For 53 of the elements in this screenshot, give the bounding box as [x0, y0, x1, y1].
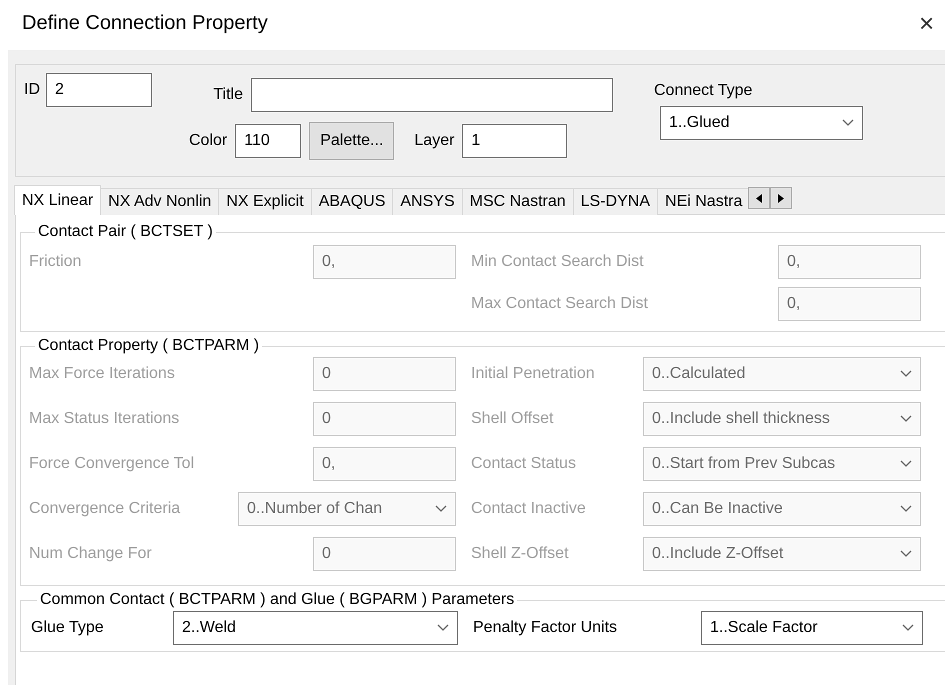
- chevron-down-icon: [900, 550, 912, 558]
- dropdown[interactable]: 2..Weld: [173, 611, 458, 645]
- field-label: Convergence Criteria: [29, 500, 182, 518]
- field-label: Title: [212, 86, 243, 104]
- field-label: Contact Status: [471, 455, 577, 473]
- tab[interactable]: MSC Nastran: [462, 188, 574, 215]
- field-label: Connect Type: [654, 82, 754, 100]
- input-field[interactable]: [251, 78, 613, 112]
- field-label: Max Status Iterations: [29, 410, 180, 428]
- chevron-down-icon: [900, 415, 912, 423]
- scroll-right-button[interactable]: [770, 187, 792, 209]
- input-field[interactable]: 1: [462, 124, 568, 158]
- field-label: Initial Penetration: [471, 365, 596, 383]
- field-label: Friction: [29, 253, 82, 271]
- chevron-down-icon: [900, 505, 912, 513]
- section-title: Contact Pair ( BCTSET ): [37, 223, 214, 241]
- field-label: Num Change For: [29, 545, 153, 563]
- close-button[interactable]: ×: [919, 10, 943, 36]
- section-title: Common Contact ( BCTPARM ) and Glue ( BGPARM ) Parameters: [39, 591, 516, 609]
- chevron-down-icon: [900, 460, 912, 468]
- field-label: ID: [24, 81, 40, 99]
- field-label: Glue Type: [31, 619, 105, 637]
- field-label: Layer: [414, 132, 454, 150]
- tab[interactable]: NX Linear: [14, 185, 102, 215]
- triangle-left-icon: [756, 194, 762, 202]
- tab[interactable]: LS-DYNA: [572, 188, 658, 215]
- triangle-right-icon: [778, 194, 784, 202]
- chevron-down-icon: [435, 505, 447, 513]
- tab[interactable]: NX Explicit: [218, 188, 312, 215]
- input-field[interactable]: 110: [235, 124, 302, 158]
- field-label: Max Force Iterations: [29, 365, 176, 383]
- chevron-down-icon: [900, 370, 912, 378]
- field-label: Contact Inactive: [471, 500, 587, 518]
- chevron-down-icon: [437, 624, 449, 632]
- field-label: Min Contact Search Dist: [471, 253, 645, 271]
- scroll-left-button[interactable]: [748, 187, 770, 209]
- dropdown[interactable]: 1..Glued: [660, 106, 863, 140]
- input-field[interactable]: 2: [46, 73, 152, 107]
- field-label: Penalty Factor Units: [473, 619, 618, 637]
- tab[interactable]: ANSYS: [392, 188, 463, 215]
- window-title: Define Connection Property: [22, 12, 268, 34]
- dropdown[interactable]: 1..Scale Factor: [701, 611, 923, 645]
- field-label: Force Convergence Tol: [29, 455, 196, 473]
- field-label: Color: [189, 132, 228, 150]
- field-label: Max Contact Search Dist: [471, 295, 649, 313]
- palette-button[interactable]: Palette...: [309, 122, 394, 160]
- field-label: Shell Z-Offset: [471, 545, 570, 563]
- field-label: Shell Offset: [471, 410, 554, 428]
- chevron-down-icon: [842, 119, 854, 127]
- chevron-down-icon: [902, 624, 914, 632]
- tab[interactable]: ABAQUS: [310, 188, 394, 215]
- tab[interactable]: NX Adv Nonlin: [100, 188, 220, 215]
- section-title: Contact Property ( BCTPARM ): [37, 337, 260, 355]
